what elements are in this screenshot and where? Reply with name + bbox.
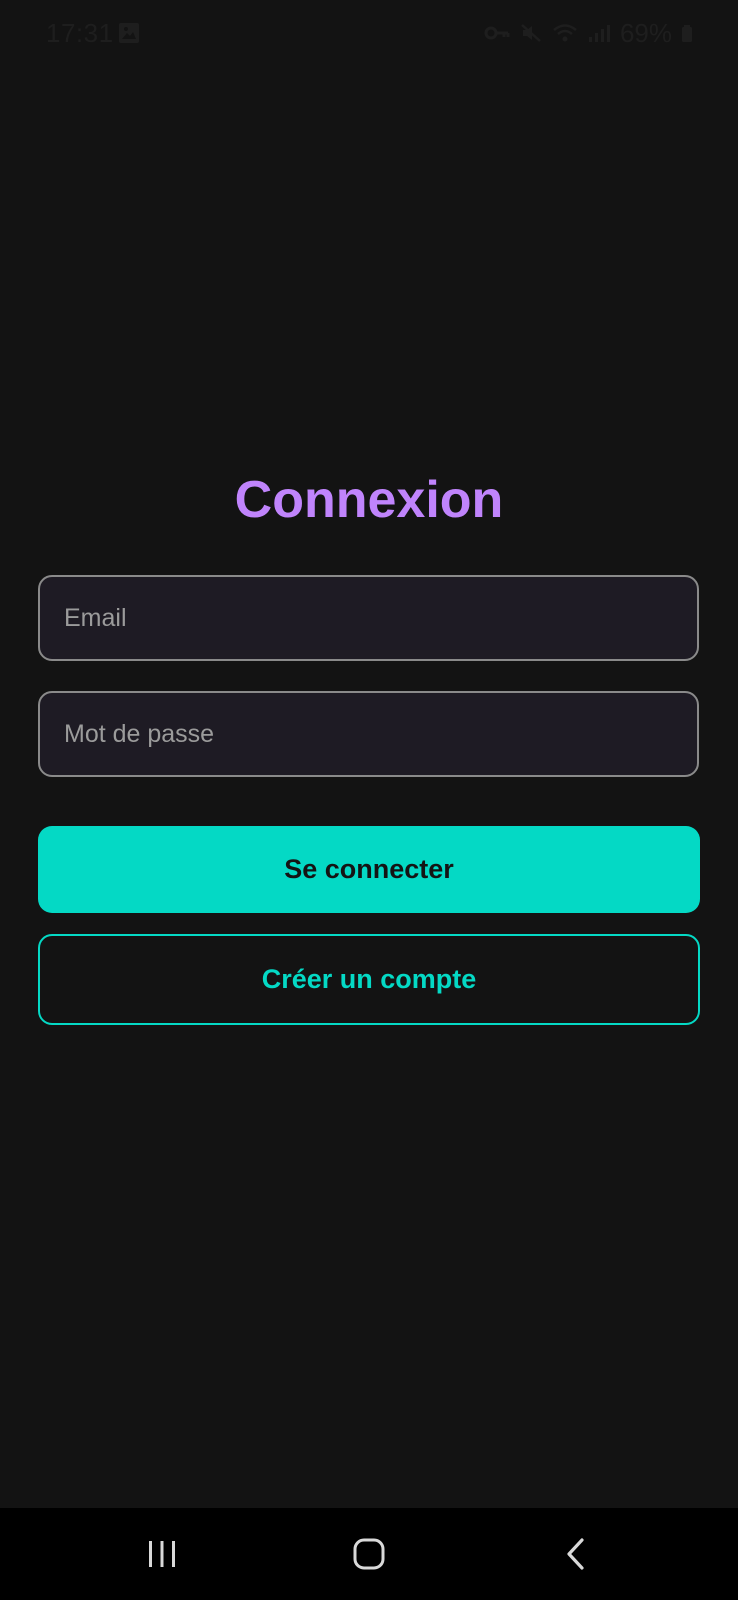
vpn-key-icon [484, 22, 510, 44]
back-icon[interactable] [536, 1524, 616, 1584]
status-time: 17:31 [46, 18, 114, 48]
signal-icon [586, 22, 612, 44]
page-title: Connexion [234, 471, 504, 529]
status-bar: 17:31 69% [0, 0, 738, 68]
recents-icon[interactable] [122, 1524, 202, 1584]
create-account-button[interactable]: Créer un compte [38, 934, 700, 1025]
battery-icon [680, 22, 694, 44]
password-field[interactable] [38, 691, 699, 777]
login-screen: 17:31 69% Connexion Email Se connecter C… [0, 0, 738, 1600]
battery-percent: 69% [619, 17, 672, 48]
email-field[interactable] [38, 575, 699, 661]
wifi-icon [552, 22, 578, 44]
home-icon[interactable] [329, 1524, 409, 1584]
system-nav-bar [0, 1508, 738, 1600]
status-icons: 69% [484, 18, 694, 48]
login-button[interactable]: Se connecter [38, 826, 700, 913]
mute-icon [518, 22, 544, 44]
gallery-icon [118, 22, 140, 44]
